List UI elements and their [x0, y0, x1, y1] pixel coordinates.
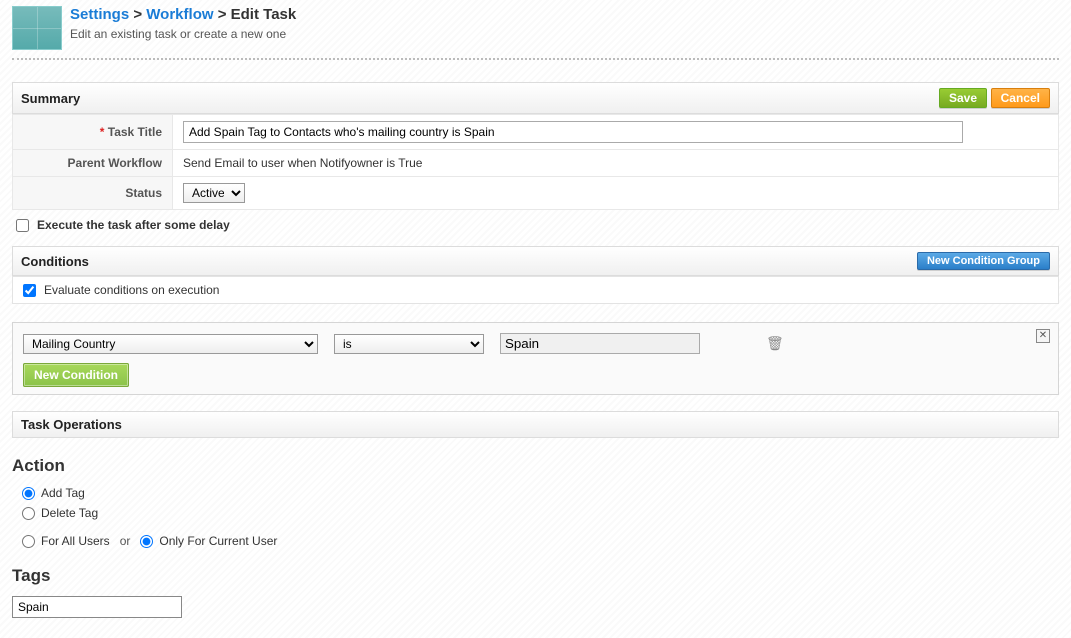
delay-checkbox[interactable] — [16, 219, 29, 232]
for-all-users-radio[interactable] — [22, 535, 35, 548]
parent-workflow-label: Parent Workflow — [13, 150, 173, 177]
tags-input[interactable] — [12, 596, 182, 618]
action-scope-group: For All Users or Only For Current User — [22, 534, 1059, 548]
task-title-input[interactable] — [183, 121, 963, 143]
condition-group: ✕ Mailing Country is 🗑 New Condition — [12, 322, 1059, 395]
new-condition-group-button[interactable]: New Condition Group — [917, 252, 1050, 270]
condition-field-select[interactable]: Mailing Country — [23, 334, 318, 354]
task-operations-title: Task Operations — [21, 417, 122, 432]
delete-condition-icon[interactable]: 🗑 — [766, 335, 784, 352]
summary-section-header: Summary Save Cancel — [12, 82, 1059, 114]
conditions-title: Conditions — [21, 254, 89, 269]
breadcrumb-settings[interactable]: Settings — [70, 6, 129, 23]
save-button[interactable]: Save — [939, 88, 987, 108]
status-label: Status — [13, 177, 173, 210]
only-current-user-radio[interactable] — [140, 535, 153, 548]
parent-workflow-value: Send Email to user when Notifyowner is T… — [173, 150, 1059, 177]
page-header: Settings > Workflow > Edit Task Edit an … — [12, 0, 1059, 60]
add-tag-radio[interactable] — [22, 487, 35, 500]
summary-title: Summary — [21, 91, 80, 106]
condition-value-input[interactable] — [500, 333, 700, 354]
module-icon — [12, 6, 62, 50]
action-heading: Action — [12, 456, 1059, 476]
conditions-evaluate-row: Evaluate conditions on execution — [12, 276, 1059, 304]
delay-row: Execute the task after some delay — [12, 210, 1059, 240]
remove-group-icon[interactable]: ✕ — [1036, 329, 1050, 343]
condition-row: Mailing Country is 🗑 — [23, 333, 1048, 354]
cancel-button[interactable]: Cancel — [991, 88, 1050, 108]
summary-form: * Task Title Parent Workflow Send Email … — [12, 114, 1059, 210]
breadcrumb-sep: > — [133, 6, 146, 23]
or-label: or — [120, 534, 131, 548]
only-current-user-option[interactable]: Only For Current User — [140, 534, 277, 548]
page-subtitle: Edit an existing task or create a new on… — [70, 27, 296, 41]
action-type-group: Add Tag Delete Tag — [22, 486, 1059, 520]
evaluate-conditions-label: Evaluate conditions on execution — [44, 283, 219, 297]
task-title-label: * Task Title — [13, 115, 173, 150]
delete-tag-option[interactable]: Delete Tag — [22, 506, 1059, 520]
breadcrumb-sep: > — [218, 6, 231, 23]
task-operations-section-header: Task Operations — [12, 411, 1059, 438]
new-condition-button[interactable]: New Condition — [23, 363, 129, 387]
add-tag-option[interactable]: Add Tag — [22, 486, 1059, 500]
delete-tag-radio[interactable] — [22, 507, 35, 520]
delay-label: Execute the task after some delay — [37, 218, 230, 232]
conditions-section-header: Conditions New Condition Group — [12, 246, 1059, 276]
breadcrumb-workflow[interactable]: Workflow — [146, 6, 213, 23]
evaluate-conditions-checkbox[interactable] — [23, 284, 36, 297]
status-select[interactable]: Active — [183, 183, 245, 203]
condition-operator-select[interactable]: is — [334, 334, 484, 354]
breadcrumb: Settings > Workflow > Edit Task — [70, 6, 296, 23]
for-all-users-option[interactable]: For All Users — [22, 534, 110, 548]
tags-heading: Tags — [12, 566, 1059, 586]
breadcrumb-current: Edit Task — [231, 6, 297, 23]
